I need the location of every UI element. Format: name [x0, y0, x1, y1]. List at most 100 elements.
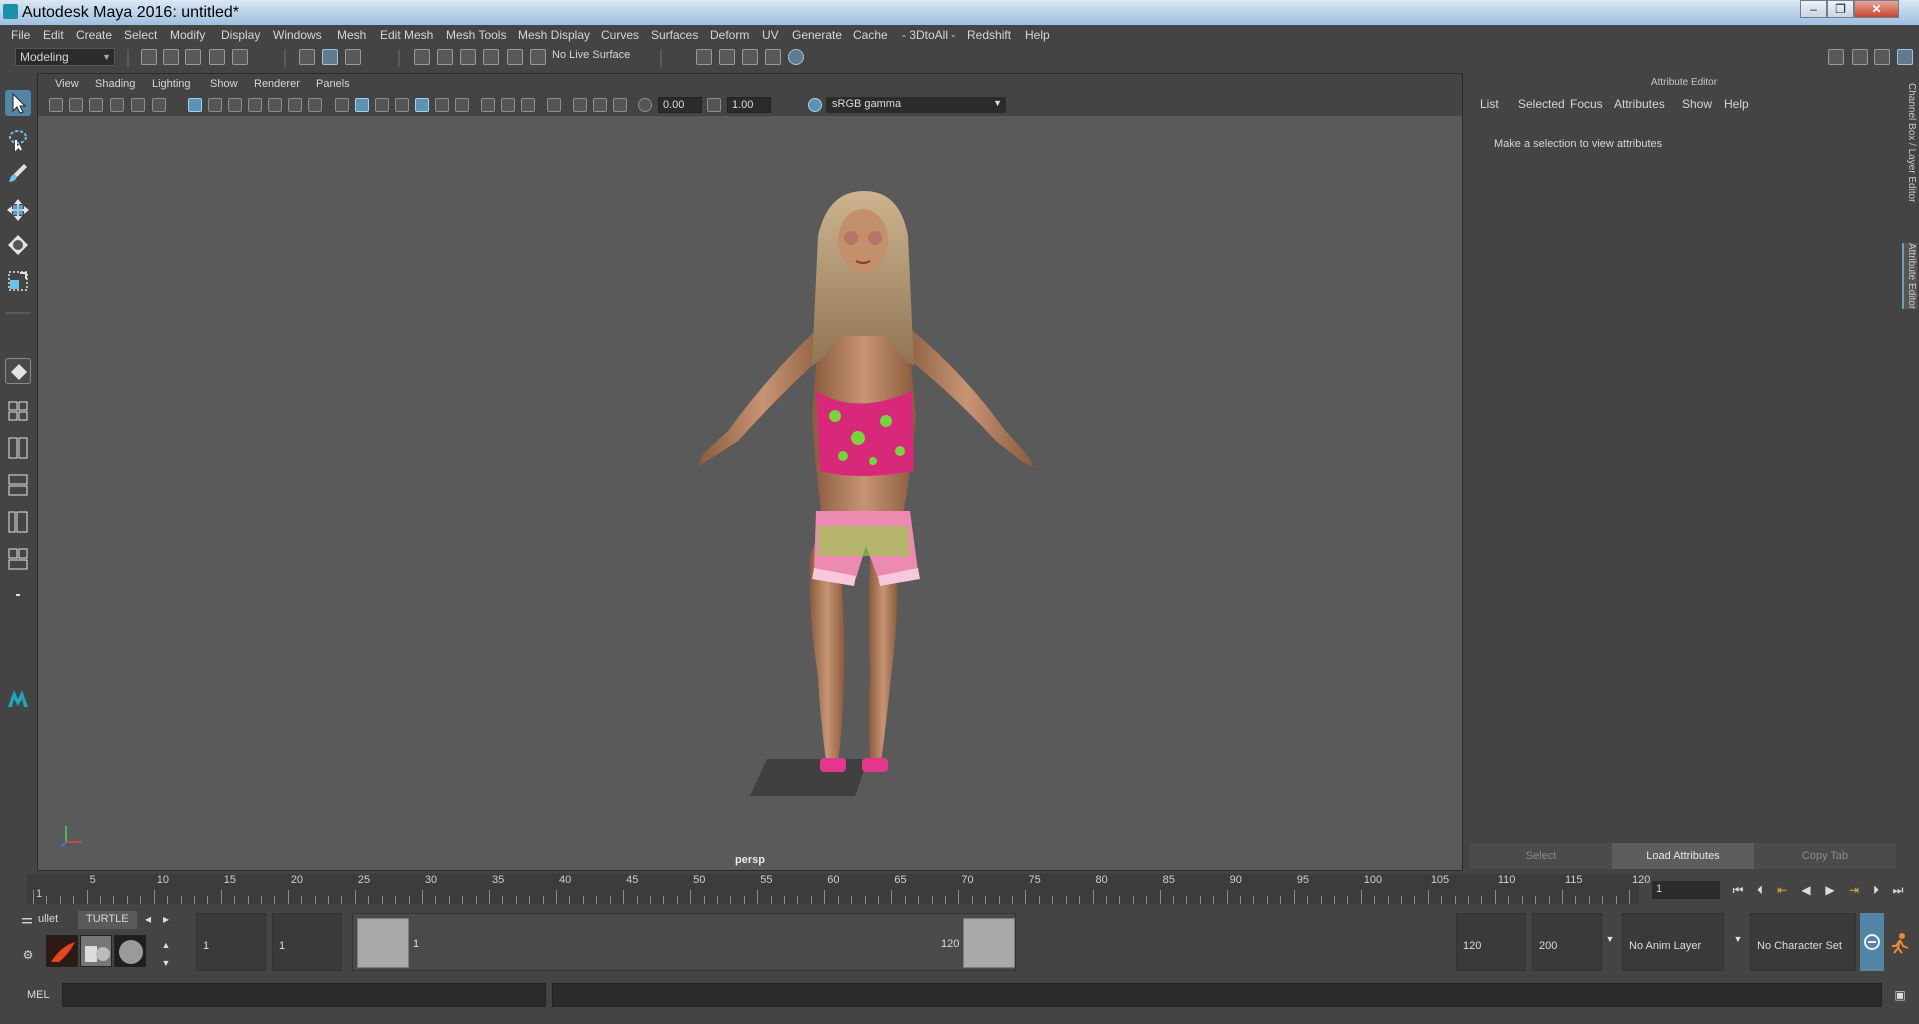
menu-mesh-tools[interactable]: Mesh Tools	[446, 28, 506, 42]
snap-grid-icon[interactable]	[414, 49, 430, 65]
minimize-button[interactable]: –	[1800, 0, 1827, 18]
ae-menu-help[interactable]: Help	[1724, 97, 1749, 111]
motion-blur-icon[interactable]	[481, 98, 495, 112]
open-scene-icon[interactable]	[163, 49, 179, 65]
viewport-3d[interactable]: persp	[38, 116, 1462, 870]
select-object-icon[interactable]	[322, 49, 338, 65]
undo-icon[interactable]	[209, 49, 225, 65]
lasso-tool[interactable]	[5, 126, 31, 152]
rotate-tool[interactable]	[5, 232, 31, 258]
step-forward-frame-icon[interactable]: ⏵	[1868, 882, 1884, 898]
shelf-tab-turtle[interactable]: TURTLE	[78, 911, 137, 929]
screen-space-ao-icon[interactable]	[455, 98, 469, 112]
panel-menu-lighting[interactable]: Lighting	[152, 78, 191, 90]
close-button[interactable]: ✕	[1854, 0, 1899, 18]
single-perspective-layout[interactable]	[5, 358, 31, 384]
menu-mesh[interactable]: Mesh	[337, 28, 366, 42]
animation-start-field[interactable]: 1	[196, 913, 266, 971]
turtle-render-icon[interactable]	[46, 935, 78, 967]
panel-menu-renderer[interactable]: Renderer	[254, 78, 300, 90]
shelf-next-icon[interactable]: ▸	[158, 911, 174, 927]
two-view-layout[interactable]	[5, 435, 31, 461]
auto-key-button[interactable]	[1860, 913, 1884, 971]
maya-home-button[interactable]	[5, 685, 31, 711]
menu-set-dropdown[interactable]: Modeling ▼	[15, 48, 115, 66]
menu-surfaces[interactable]: Surfaces	[651, 28, 698, 42]
color-management-icon[interactable]	[808, 98, 822, 112]
bookmark-icon[interactable]	[89, 98, 103, 112]
ae-menu-list[interactable]: List	[1480, 97, 1499, 111]
ae-menu-selected[interactable]: Selected	[1518, 97, 1565, 111]
image-plane-icon[interactable]	[110, 98, 124, 112]
tab-attribute-editor[interactable]: Attribute Editor	[1902, 243, 1917, 310]
animation-end-field[interactable]: 200	[1532, 913, 1602, 971]
new-scene-icon[interactable]	[141, 49, 157, 65]
grease-pencil-icon[interactable]	[152, 98, 166, 112]
shelf-tab-bullet[interactable]: ullet	[30, 911, 66, 929]
shelf-prev-icon[interactable]: ◂	[140, 911, 156, 927]
scale-tool[interactable]	[5, 268, 31, 294]
snap-point-icon[interactable]	[460, 49, 476, 65]
shelf-scroll-up-icon[interactable]: ▲	[158, 937, 174, 953]
animation-preferences-button[interactable]	[1888, 931, 1912, 955]
menu-file[interactable]: File	[11, 28, 30, 42]
menu-edit-mesh[interactable]: Edit Mesh	[380, 28, 433, 42]
select-camera-icon[interactable]	[49, 98, 63, 112]
modeling-toolkit-icon[interactable]	[1828, 49, 1844, 65]
use-all-lights-icon[interactable]	[415, 98, 429, 112]
collapse-toolbox-button[interactable]	[5, 582, 31, 608]
menu-curves[interactable]: Curves	[601, 28, 639, 42]
panel-menu-show[interactable]: Show	[210, 78, 238, 90]
safe-title-icon[interactable]	[308, 98, 322, 112]
snap-view-plane-icon[interactable]	[483, 49, 499, 65]
range-slider[interactable]: 1 120	[352, 913, 1016, 971]
turtle-sphere-icon[interactable]	[114, 935, 146, 967]
xray-joints-icon[interactable]	[593, 98, 607, 112]
xray-icon[interactable]	[573, 98, 587, 112]
ae-menu-show[interactable]: Show	[1682, 97, 1712, 111]
go-to-end-icon[interactable]: ⏭	[1890, 882, 1906, 898]
select-hierarchy-icon[interactable]	[299, 49, 315, 65]
gamma-field[interactable]: 1.00	[727, 97, 771, 113]
tool-settings-icon[interactable]	[1874, 49, 1890, 65]
ae-menu-attributes[interactable]: Attributes	[1614, 97, 1665, 111]
grid-icon[interactable]	[188, 98, 202, 112]
menu-help[interactable]: Help	[1025, 28, 1050, 42]
tab-channel-box[interactable]: Channel Box / Layer Editor	[1902, 83, 1917, 203]
exposure-field[interactable]: 0.00	[658, 97, 702, 113]
menu-3dtoall[interactable]: - 3DtoAll -	[902, 28, 955, 42]
menu-modify[interactable]: Modify	[170, 28, 205, 42]
select-tool[interactable]	[5, 90, 31, 116]
turtle-bake-icon[interactable]	[80, 935, 112, 967]
maximize-button[interactable]: ❐	[1827, 0, 1854, 18]
panel-menu-panels[interactable]: Panels	[316, 78, 350, 90]
anti-aliasing-icon[interactable]	[501, 98, 515, 112]
script-editor-icon[interactable]: ▣	[1892, 987, 1908, 1003]
paint-select-tool[interactable]	[5, 160, 31, 186]
ipr-render-icon[interactable]	[765, 49, 781, 65]
character-set-dropdown[interactable]: No Character Set	[1750, 913, 1856, 971]
make-live-icon[interactable]	[507, 49, 523, 65]
menu-generate[interactable]: Generate	[792, 28, 842, 42]
render-settings-icon[interactable]	[696, 49, 712, 65]
menu-windows[interactable]: Windows	[273, 28, 322, 42]
wireframe-on-shaded-icon[interactable]	[375, 98, 389, 112]
menu-select[interactable]: Select	[124, 28, 157, 42]
hypershade-layout[interactable]	[5, 546, 31, 572]
playback-end-field[interactable]: 120	[1456, 913, 1526, 971]
step-back-frame-icon[interactable]: ⏴	[1752, 882, 1768, 898]
play-backwards-icon[interactable]: ◀	[1798, 882, 1814, 898]
shelf-scroll-down-icon[interactable]: ▼	[158, 955, 174, 971]
attribute-editor-toggle-icon[interactable]	[1852, 49, 1868, 65]
redo-icon[interactable]	[232, 49, 248, 65]
save-scene-icon[interactable]	[185, 49, 201, 65]
current-frame-field[interactable]: 1	[1652, 881, 1720, 899]
panel-menu-view[interactable]: View	[55, 78, 79, 90]
step-forward-key-icon[interactable]: ⇥	[1846, 882, 1862, 898]
menu-display[interactable]: Display	[221, 28, 260, 42]
menu-edit[interactable]: Edit	[43, 28, 64, 42]
time-ruler[interactable]: 1 5 10 15 20 25 30 35 40 45 50 55 60 65 70 75 80 85 90 95 10…	[27, 874, 1650, 904]
hypershade-icon[interactable]	[788, 49, 804, 65]
four-view-layout[interactable]	[5, 398, 31, 424]
menu-redshift[interactable]: Redshift	[967, 28, 1011, 42]
